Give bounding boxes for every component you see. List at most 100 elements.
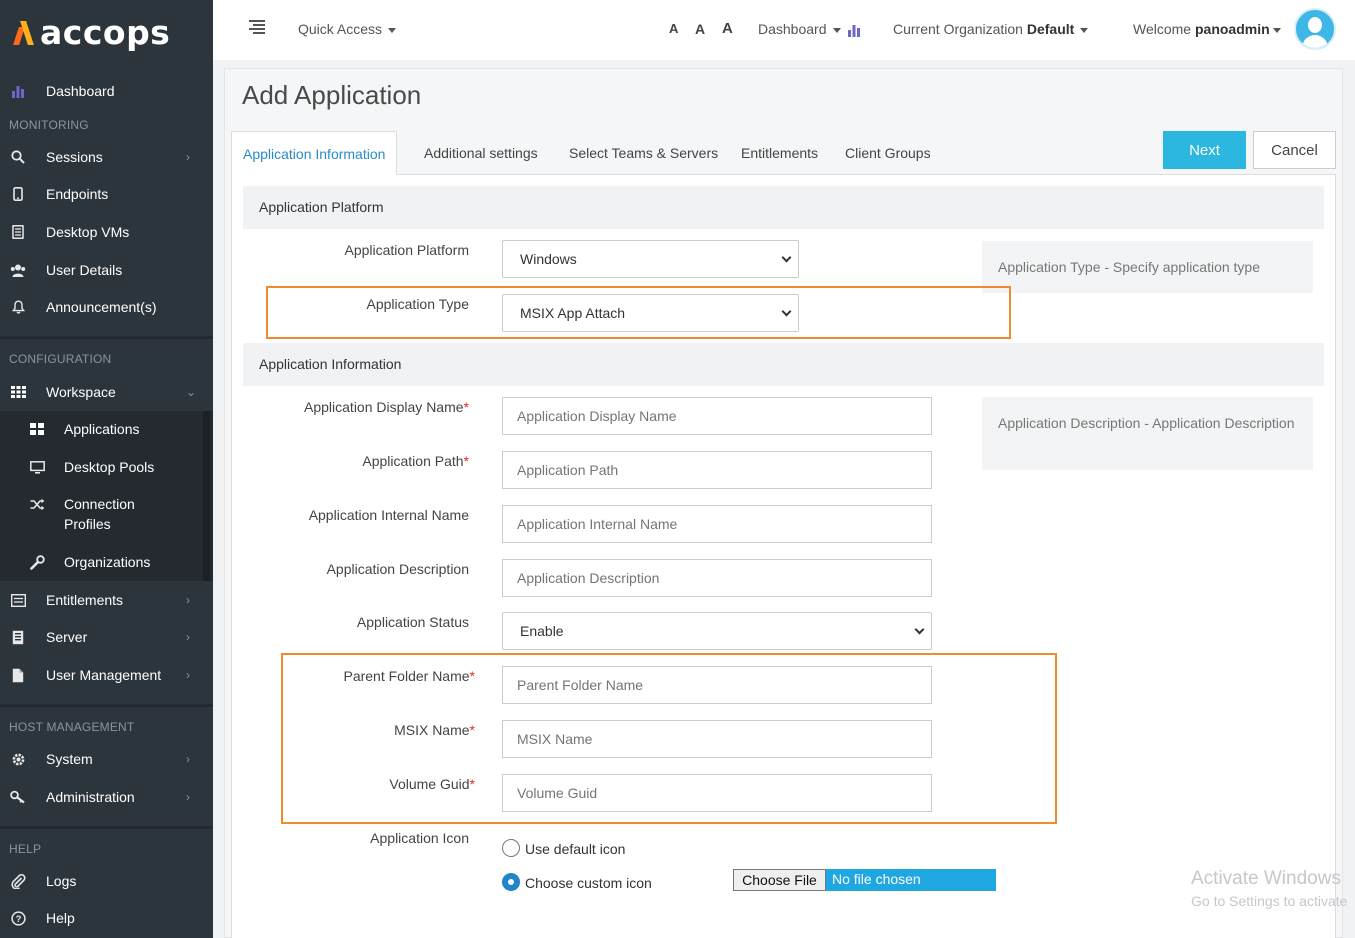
sidebar-subitem-connection-profiles[interactable]: Connection Profiles xyxy=(0,494,213,534)
path-input[interactable] xyxy=(502,451,932,489)
sidebar-item-logs[interactable]: Logs xyxy=(0,863,213,899)
sidebar-toggle-icon[interactable] xyxy=(249,20,265,34)
chevron-down-icon: ⌄ xyxy=(186,385,197,399)
default-icon-label[interactable]: Use default icon xyxy=(525,841,625,857)
display-name-input[interactable] xyxy=(502,397,932,435)
dashboard-menu[interactable]: Dashboard xyxy=(758,21,861,37)
font-size-medium[interactable]: A xyxy=(695,21,705,37)
user-menu[interactable]: Welcome panoadmin xyxy=(1133,21,1281,37)
application-description-help: Application Description - Application De… xyxy=(982,397,1313,470)
page-title: Add Application xyxy=(242,80,422,110)
chevron-right-icon: › xyxy=(186,150,190,164)
search-icon xyxy=(10,149,26,165)
file-icon xyxy=(10,667,26,683)
sidebar-item-label: System xyxy=(46,751,93,767)
quick-access-label: Quick Access xyxy=(298,21,383,37)
sidebar-item-label: Endpoints xyxy=(46,186,109,202)
grid-icon xyxy=(10,384,26,400)
section-configuration: CONFIGURATION xyxy=(9,352,112,366)
quick-access-menu[interactable]: Quick Access xyxy=(298,21,397,37)
section-help: HELP xyxy=(9,842,42,856)
next-button[interactable]: Next xyxy=(1163,131,1246,169)
caret-down-icon xyxy=(832,27,841,33)
tab-application-information[interactable]: Application Information xyxy=(231,131,398,175)
avatar[interactable] xyxy=(1294,8,1336,50)
section-host-management: HOST MANAGEMENT xyxy=(9,720,135,734)
tab-additional-settings[interactable]: Additional settings xyxy=(424,131,538,175)
sidebar-item-entitlements[interactable]: Entitlements › xyxy=(0,582,213,618)
org-value: Default xyxy=(1026,21,1075,37)
sidebar-subitem-desktop-pools[interactable]: Desktop Pools xyxy=(0,457,213,477)
tab-select-teams-servers[interactable]: Select Teams & Servers xyxy=(569,131,718,175)
sidebar-item-administration[interactable]: Administration › xyxy=(0,779,213,815)
platform-value: Windows xyxy=(520,251,577,267)
chevron-right-icon: › xyxy=(186,752,190,766)
sidebar: accops Dashboard MONITORING Sessions › E… xyxy=(0,0,213,938)
custom-icon-label[interactable]: Choose custom icon xyxy=(525,875,652,891)
sidebar-item-label: User Management xyxy=(46,667,162,683)
icon-file-input[interactable]: Choose File No file chosen xyxy=(733,869,996,891)
sidebar-item-endpoints[interactable]: Endpoints xyxy=(0,176,213,212)
top-header: Quick Access A A A Dashboard Current Org… xyxy=(213,0,1355,60)
users-icon xyxy=(10,262,26,278)
highlight-application-type xyxy=(266,286,1011,339)
status-select[interactable]: Enable xyxy=(502,612,932,650)
svg-text:?: ? xyxy=(15,914,21,925)
organization-menu[interactable]: Current Organization Default xyxy=(893,21,1089,37)
description-input[interactable] xyxy=(502,559,932,597)
chevron-down-icon xyxy=(781,252,792,263)
bar-chart-icon xyxy=(10,83,26,99)
key-icon xyxy=(10,789,26,805)
font-size-large[interactable]: A xyxy=(722,20,733,37)
sidebar-item-sessions[interactable]: Sessions › xyxy=(0,139,213,175)
sidebar-item-label: Entitlements xyxy=(46,592,124,608)
sidebar-item-label: Announcement(s) xyxy=(46,299,157,315)
tab-underline xyxy=(409,174,973,175)
sidebar-item-label: Desktop VMs xyxy=(46,224,130,240)
activate-windows-subtitle: Go to Settings to activate xyxy=(1191,893,1348,909)
cancel-button[interactable]: Cancel xyxy=(1253,131,1336,169)
tab-client-groups[interactable]: Client Groups xyxy=(845,131,931,175)
server-rack-icon xyxy=(10,224,26,240)
sidebar-subitem-applications[interactable]: Applications xyxy=(0,419,213,439)
apps-grid-icon xyxy=(29,421,45,437)
default-icon-radio[interactable] xyxy=(502,839,520,857)
section-application-platform: Application Platform xyxy=(243,186,1324,229)
wrench-icon xyxy=(29,554,45,570)
sidebar-item-user-details[interactable]: User Details xyxy=(0,252,213,288)
path-label: Application Path* xyxy=(362,453,469,469)
tab-entitlements[interactable]: Entitlements xyxy=(741,131,818,175)
sidebar-item-label: Organizations xyxy=(64,554,151,570)
icon-label: Application Icon xyxy=(370,830,469,846)
accops-logo[interactable]: accops xyxy=(14,12,170,52)
list-icon xyxy=(10,592,26,608)
sidebar-item-label: Server xyxy=(46,629,88,645)
status-value: Enable xyxy=(520,623,564,639)
font-size-small[interactable]: A xyxy=(669,21,678,36)
internal-name-input[interactable] xyxy=(502,505,932,543)
sidebar-item-user-management[interactable]: User Management › xyxy=(0,657,213,693)
sidebar-item-server[interactable]: Server › xyxy=(0,619,213,655)
required-marker: * xyxy=(463,399,469,415)
sidebar-item-label: Connection Profiles xyxy=(64,496,135,532)
description-label: Application Description xyxy=(326,561,469,577)
dashboard-menu-label: Dashboard xyxy=(758,21,827,37)
gear-icon xyxy=(10,751,26,767)
platform-select[interactable]: Windows xyxy=(502,240,799,278)
sidebar-item-workspace[interactable]: Workspace ⌄ xyxy=(0,374,213,410)
sidebar-item-system[interactable]: System › xyxy=(0,741,213,777)
sidebar-item-dashboard[interactable]: Dashboard xyxy=(0,73,213,109)
sidebar-item-help[interactable]: ? Help xyxy=(0,900,213,936)
activate-windows-title: Activate Windows xyxy=(1191,868,1341,889)
custom-icon-radio[interactable] xyxy=(502,873,520,891)
sidebar-item-announcements[interactable]: Announcement(s) xyxy=(0,289,213,325)
application-type-help: Application Type - Specify application t… xyxy=(982,241,1313,293)
sidebar-item-label: Dashboard xyxy=(46,83,115,99)
sidebar-item-desktop-vms[interactable]: Desktop VMs xyxy=(0,214,213,250)
divider xyxy=(0,336,213,339)
logo-mark-icon xyxy=(14,19,36,45)
logo-text: accops xyxy=(40,12,171,52)
choose-file-button[interactable]: Choose File xyxy=(733,869,826,891)
paperclip-icon xyxy=(10,873,26,889)
sidebar-subitem-organizations[interactable]: Organizations xyxy=(0,552,213,572)
